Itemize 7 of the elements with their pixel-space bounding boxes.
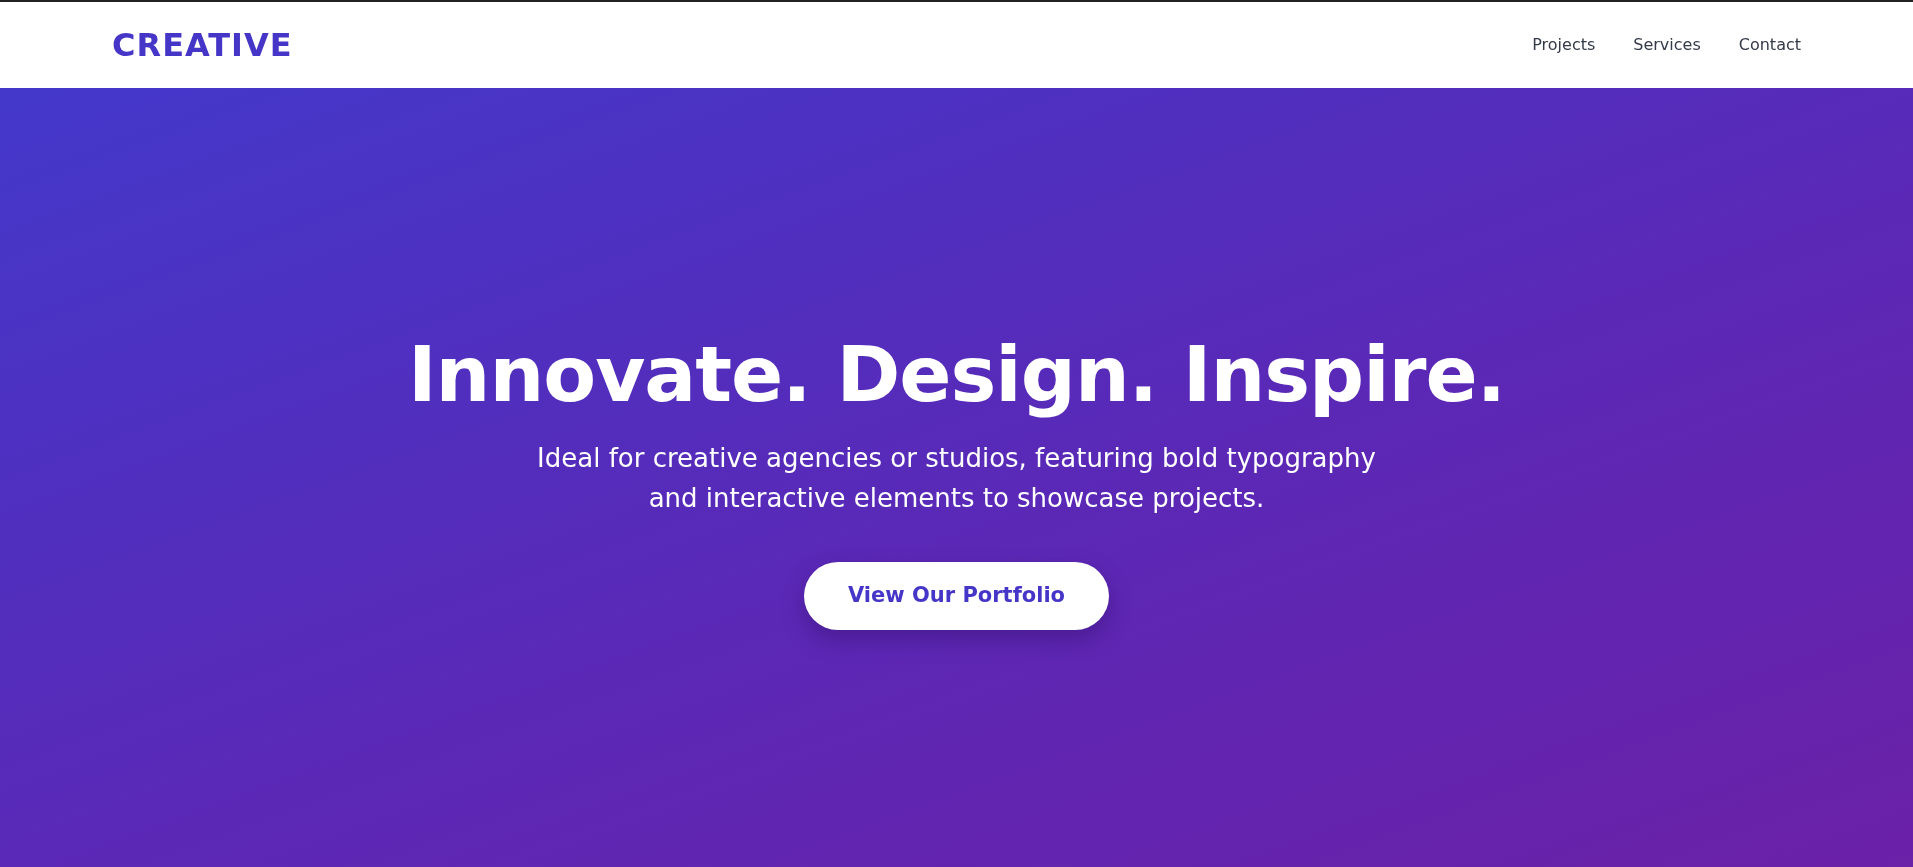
portfolio-button[interactable]: View Our Portfolio xyxy=(803,562,1110,630)
nav-link[interactable]: Contact xyxy=(1738,33,1801,57)
brand-logo[interactable]: CREATIVE xyxy=(112,21,293,69)
hero-description: Ideal for creative agencies or studios, featuring bold typography and interactive elements to showcase projects. xyxy=(536,441,1377,515)
hero-headline: Innovate. Design. Inspire. xyxy=(407,329,1505,422)
nav-link[interactable]: Projects xyxy=(1532,33,1596,57)
nav-link[interactable]: Services xyxy=(1633,33,1701,57)
